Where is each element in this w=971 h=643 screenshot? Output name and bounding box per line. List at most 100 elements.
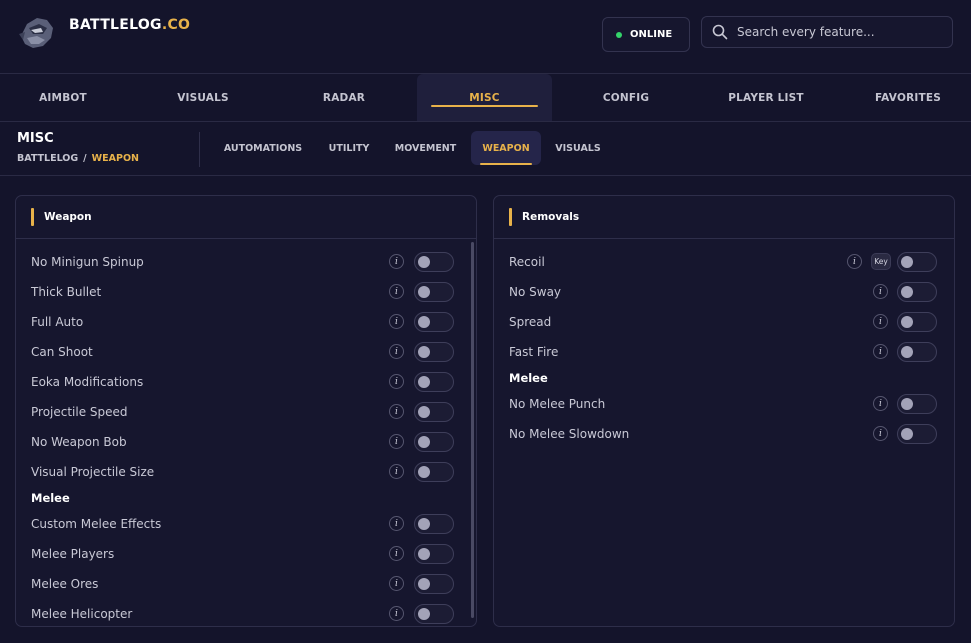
brand-main: BATTLELOG	[69, 17, 162, 33]
feature-row: Melee Ores i	[16, 569, 476, 599]
info-icon[interactable]: i	[389, 404, 404, 419]
removals-panel: Removals Recoil i Key No Sway i Spread i…	[493, 195, 955, 627]
feature-label: No Sway	[509, 285, 562, 299]
no-melee-slowdown-toggle[interactable]	[897, 424, 937, 444]
feature-row: Fast Fire i	[494, 337, 954, 367]
toggle-knob	[418, 518, 430, 530]
tab-visuals[interactable]: VISUALS	[140, 74, 266, 121]
subtab-utility[interactable]: UTILITY	[320, 131, 378, 165]
recoil-toggle[interactable]	[897, 252, 937, 272]
keybind-button[interactable]: Key	[871, 253, 891, 270]
eoka-modifications-toggle[interactable]	[414, 372, 454, 392]
feature-label: Melee Helicopter	[31, 607, 133, 621]
app-header: BATTLELOG.CO ONLINE	[0, 0, 971, 74]
feature-row: Spread i	[494, 307, 954, 337]
weapon-rows: No Minigun Spinup i Thick Bullet i Full …	[16, 239, 476, 626]
removals-rows: Recoil i Key No Sway i Spread i Fast Fir…	[494, 239, 954, 449]
feature-row: Melee Players i	[16, 539, 476, 569]
info-icon[interactable]: i	[389, 284, 404, 299]
info-icon[interactable]: i	[389, 314, 404, 329]
spread-toggle[interactable]	[897, 312, 937, 332]
info-icon[interactable]: i	[389, 254, 404, 269]
toggle-knob	[418, 376, 430, 388]
feature-label: Melee Ores	[31, 577, 99, 591]
info-icon[interactable]: i	[389, 464, 404, 479]
can-shoot-toggle[interactable]	[414, 342, 454, 362]
tab-radar[interactable]: RADAR	[281, 74, 407, 121]
search-box[interactable]	[701, 16, 953, 48]
breadcrumb-root[interactable]: BATTLELOG	[17, 153, 78, 164]
feature-label: Thick Bullet	[31, 285, 102, 299]
tab-favorites[interactable]: FAVORITES	[845, 74, 971, 121]
toggle-knob	[901, 316, 913, 328]
feature-row: Can Shoot i	[16, 337, 476, 367]
info-icon[interactable]: i	[873, 344, 888, 359]
melee-players-toggle[interactable]	[414, 544, 454, 564]
feature-label: Custom Melee Effects	[31, 517, 162, 531]
toggle-knob	[418, 578, 430, 590]
feature-row: No Weapon Bob i	[16, 427, 476, 457]
info-icon[interactable]: i	[847, 254, 862, 269]
info-icon[interactable]: i	[389, 516, 404, 531]
info-icon[interactable]: i	[389, 576, 404, 591]
toggle-knob	[418, 466, 430, 478]
subtab-movement[interactable]: MOVEMENT	[388, 131, 463, 165]
feature-label: Can Shoot	[31, 345, 93, 359]
projectile-speed-toggle[interactable]	[414, 402, 454, 422]
fast-fire-toggle[interactable]	[897, 342, 937, 362]
search-input[interactable]	[737, 25, 937, 39]
feature-label: Recoil	[509, 255, 545, 269]
tab-config[interactable]: CONFIG	[563, 74, 689, 121]
toggle-knob	[901, 256, 913, 268]
toggle-knob	[418, 406, 430, 418]
toggle-knob	[418, 286, 430, 298]
divider	[199, 132, 200, 167]
info-icon[interactable]: i	[873, 396, 888, 411]
tab-misc[interactable]: MISC	[417, 74, 552, 121]
feature-row: Visual Projectile Size i	[16, 457, 476, 487]
brand-name: BATTLELOG.CO	[69, 17, 190, 33]
tab-player-list[interactable]: PLAYER LIST	[703, 74, 829, 121]
no-minigun-spinup-toggle[interactable]	[414, 252, 454, 272]
info-icon[interactable]: i	[873, 284, 888, 299]
info-icon[interactable]: i	[389, 606, 404, 621]
info-icon[interactable]: i	[873, 426, 888, 441]
page-title: MISC	[17, 131, 54, 146]
info-icon[interactable]: i	[389, 374, 404, 389]
melee-ores-toggle[interactable]	[414, 574, 454, 594]
info-icon[interactable]: i	[389, 434, 404, 449]
search-icon	[712, 24, 728, 40]
feature-label: No Minigun Spinup	[31, 255, 144, 269]
status-badge[interactable]: ONLINE	[602, 17, 690, 52]
feature-row: No Minigun Spinup i	[16, 247, 476, 277]
thick-bullet-toggle[interactable]	[414, 282, 454, 302]
toggle-knob	[901, 398, 913, 410]
no-melee-punch-toggle[interactable]	[897, 394, 937, 414]
sub-header: MISC BATTLELOG / WEAPON AUTOMATIONS UTIL…	[0, 122, 971, 176]
feature-row: No Sway i	[494, 277, 954, 307]
full-auto-toggle[interactable]	[414, 312, 454, 332]
subtab-visuals[interactable]: VISUALS	[548, 131, 608, 165]
tab-aimbot[interactable]: AIMBOT	[0, 74, 126, 121]
info-icon[interactable]: i	[389, 344, 404, 359]
feature-row: No Melee Slowdown i	[494, 419, 954, 449]
subtab-automations[interactable]: AUTOMATIONS	[215, 131, 311, 165]
custom-melee-effects-toggle[interactable]	[414, 514, 454, 534]
no-sway-toggle[interactable]	[897, 282, 937, 302]
toggle-knob	[418, 608, 430, 620]
toggle-knob	[418, 436, 430, 448]
group-heading: Melee	[31, 491, 70, 505]
logo-icon	[19, 18, 53, 48]
weapon-panel-title: Weapon	[16, 196, 476, 239]
feature-label: Full Auto	[31, 315, 84, 329]
visual-projectile-size-toggle[interactable]	[414, 462, 454, 482]
toggle-knob	[418, 256, 430, 268]
melee-helicopter-toggle[interactable]	[414, 604, 454, 624]
toggle-knob	[418, 548, 430, 560]
subtab-weapon[interactable]: WEAPON	[471, 131, 541, 165]
info-icon[interactable]: i	[389, 546, 404, 561]
feature-row: Thick Bullet i	[16, 277, 476, 307]
weapon-panel: Weapon No Minigun Spinup i Thick Bullet …	[15, 195, 477, 627]
no-weapon-bob-toggle[interactable]	[414, 432, 454, 452]
info-icon[interactable]: i	[873, 314, 888, 329]
